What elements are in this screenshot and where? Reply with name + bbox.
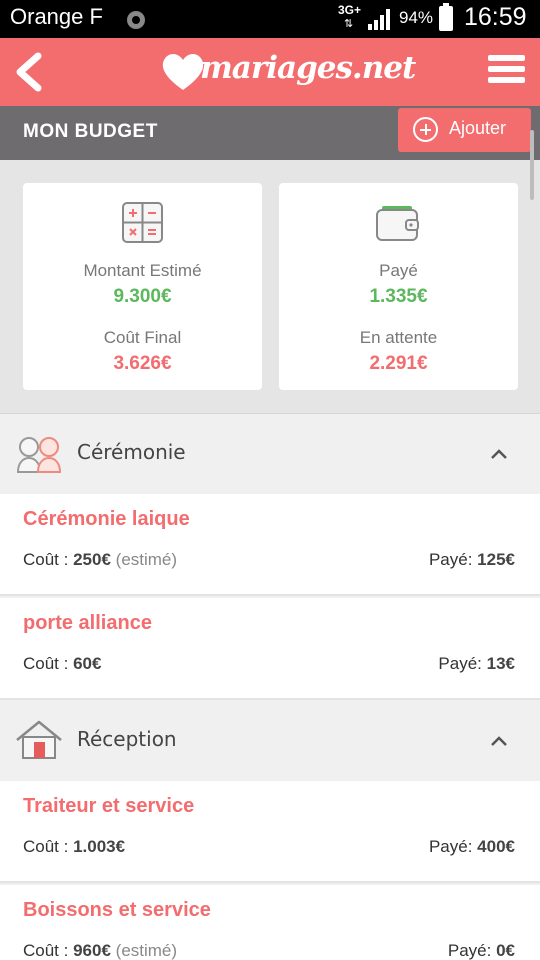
wallet-icon (376, 206, 419, 241)
cost-value: 1.003€ (73, 837, 126, 856)
pending-label: En attente (359, 328, 438, 347)
item-name: Traiteur et service (23, 795, 195, 817)
list-item[interactable]: Boissons et service Coût : 960€ (estimé)… (0, 885, 540, 960)
hamburger-menu-icon[interactable] (488, 55, 525, 87)
back-arrow-icon[interactable] (12, 50, 46, 94)
final-cost-label: Coût Final (103, 328, 182, 347)
list-item[interactable]: porte alliance Coût : 60€ Payé: 13€ (0, 598, 540, 700)
status-bar: Orange F 3G+ ⇅ 94% 16:59 (0, 0, 540, 38)
section-header-reception[interactable]: Réception (0, 701, 540, 781)
section-title: Réception (77, 727, 177, 751)
item-name: porte alliance (23, 612, 152, 634)
plus-circle-icon (413, 117, 438, 142)
item-paid: Payé: 0€ (447, 941, 515, 960)
estimated-tag: (estimé) (115, 550, 178, 569)
item-name: Boissons et service (23, 899, 211, 921)
list-item[interactable]: Traiteur et service Coût : 1.003€ Payé: … (0, 781, 540, 883)
logo[interactable]: mariages.net (160, 46, 416, 98)
item-paid: Payé: 13€ (438, 654, 515, 673)
battery-icon (439, 3, 453, 31)
estimated-tag: (estimé) (115, 941, 178, 960)
pending-value: 2.291€ (369, 353, 428, 374)
paid-value: 13€ (486, 654, 515, 673)
estimated-label: Montant Estimé (83, 261, 202, 280)
data-arrows-icon: ⇅ (344, 17, 354, 30)
item-name: Cérémonie laique (23, 508, 190, 530)
paid-value: 1.335€ (369, 286, 428, 307)
clock: 16:59 (464, 3, 527, 31)
calculator-icon (122, 202, 163, 243)
paid-value: 125€ (477, 550, 515, 569)
item-paid: Payé: 400€ (428, 837, 515, 856)
list-item[interactable]: Cérémonie laique Coût : 250€ (estimé) Pa… (0, 494, 540, 596)
network-type: 3G+ (338, 3, 362, 17)
logo-text: mariages.net (200, 50, 416, 86)
item-cost: Coût : 250€ (estimé) (23, 550, 178, 569)
carrier-name: Orange F (10, 4, 103, 29)
house-icon (16, 720, 62, 759)
item-paid: Payé: 125€ (428, 550, 515, 569)
signal-icon (368, 9, 390, 30)
estimated-value: 9.300€ (113, 286, 172, 307)
estimate-card: Montant Estimé 9.300€ Coût Final 3.626€ (23, 183, 262, 390)
battery-percent: 94% (399, 8, 434, 27)
add-button[interactable]: Ajouter (398, 108, 531, 152)
cost-value: 60€ (73, 654, 102, 673)
couple-icon (16, 437, 62, 473)
item-cost: Coût : 1.003€ (23, 837, 126, 856)
app-header: mariages.net (0, 38, 540, 106)
section-title: Cérémonie (77, 440, 186, 464)
payment-card: Payé 1.335€ En attente 2.291€ (279, 183, 518, 390)
notification-icon (127, 11, 145, 29)
paid-label: Payé (379, 261, 418, 280)
page-title: MON BUDGET (23, 121, 158, 142)
item-cost: Coût : 60€ (23, 654, 102, 673)
chevron-up-icon[interactable] (490, 448, 508, 460)
final-cost-value: 3.626€ (113, 353, 172, 374)
paid-value: 0€ (496, 941, 515, 960)
add-button-label: Ajouter (449, 118, 507, 138)
paid-value: 400€ (477, 837, 515, 856)
cost-value: 960€ (73, 941, 111, 960)
budget-summary: Montant Estimé 9.300€ Coût Final 3.626€ … (0, 160, 540, 414)
chevron-up-icon[interactable] (490, 735, 508, 747)
section-header-ceremonie[interactable]: Cérémonie (0, 414, 540, 494)
scrollbar[interactable] (530, 130, 534, 200)
item-cost: Coût : 960€ (estimé) (23, 941, 178, 960)
cost-value: 250€ (73, 550, 111, 569)
